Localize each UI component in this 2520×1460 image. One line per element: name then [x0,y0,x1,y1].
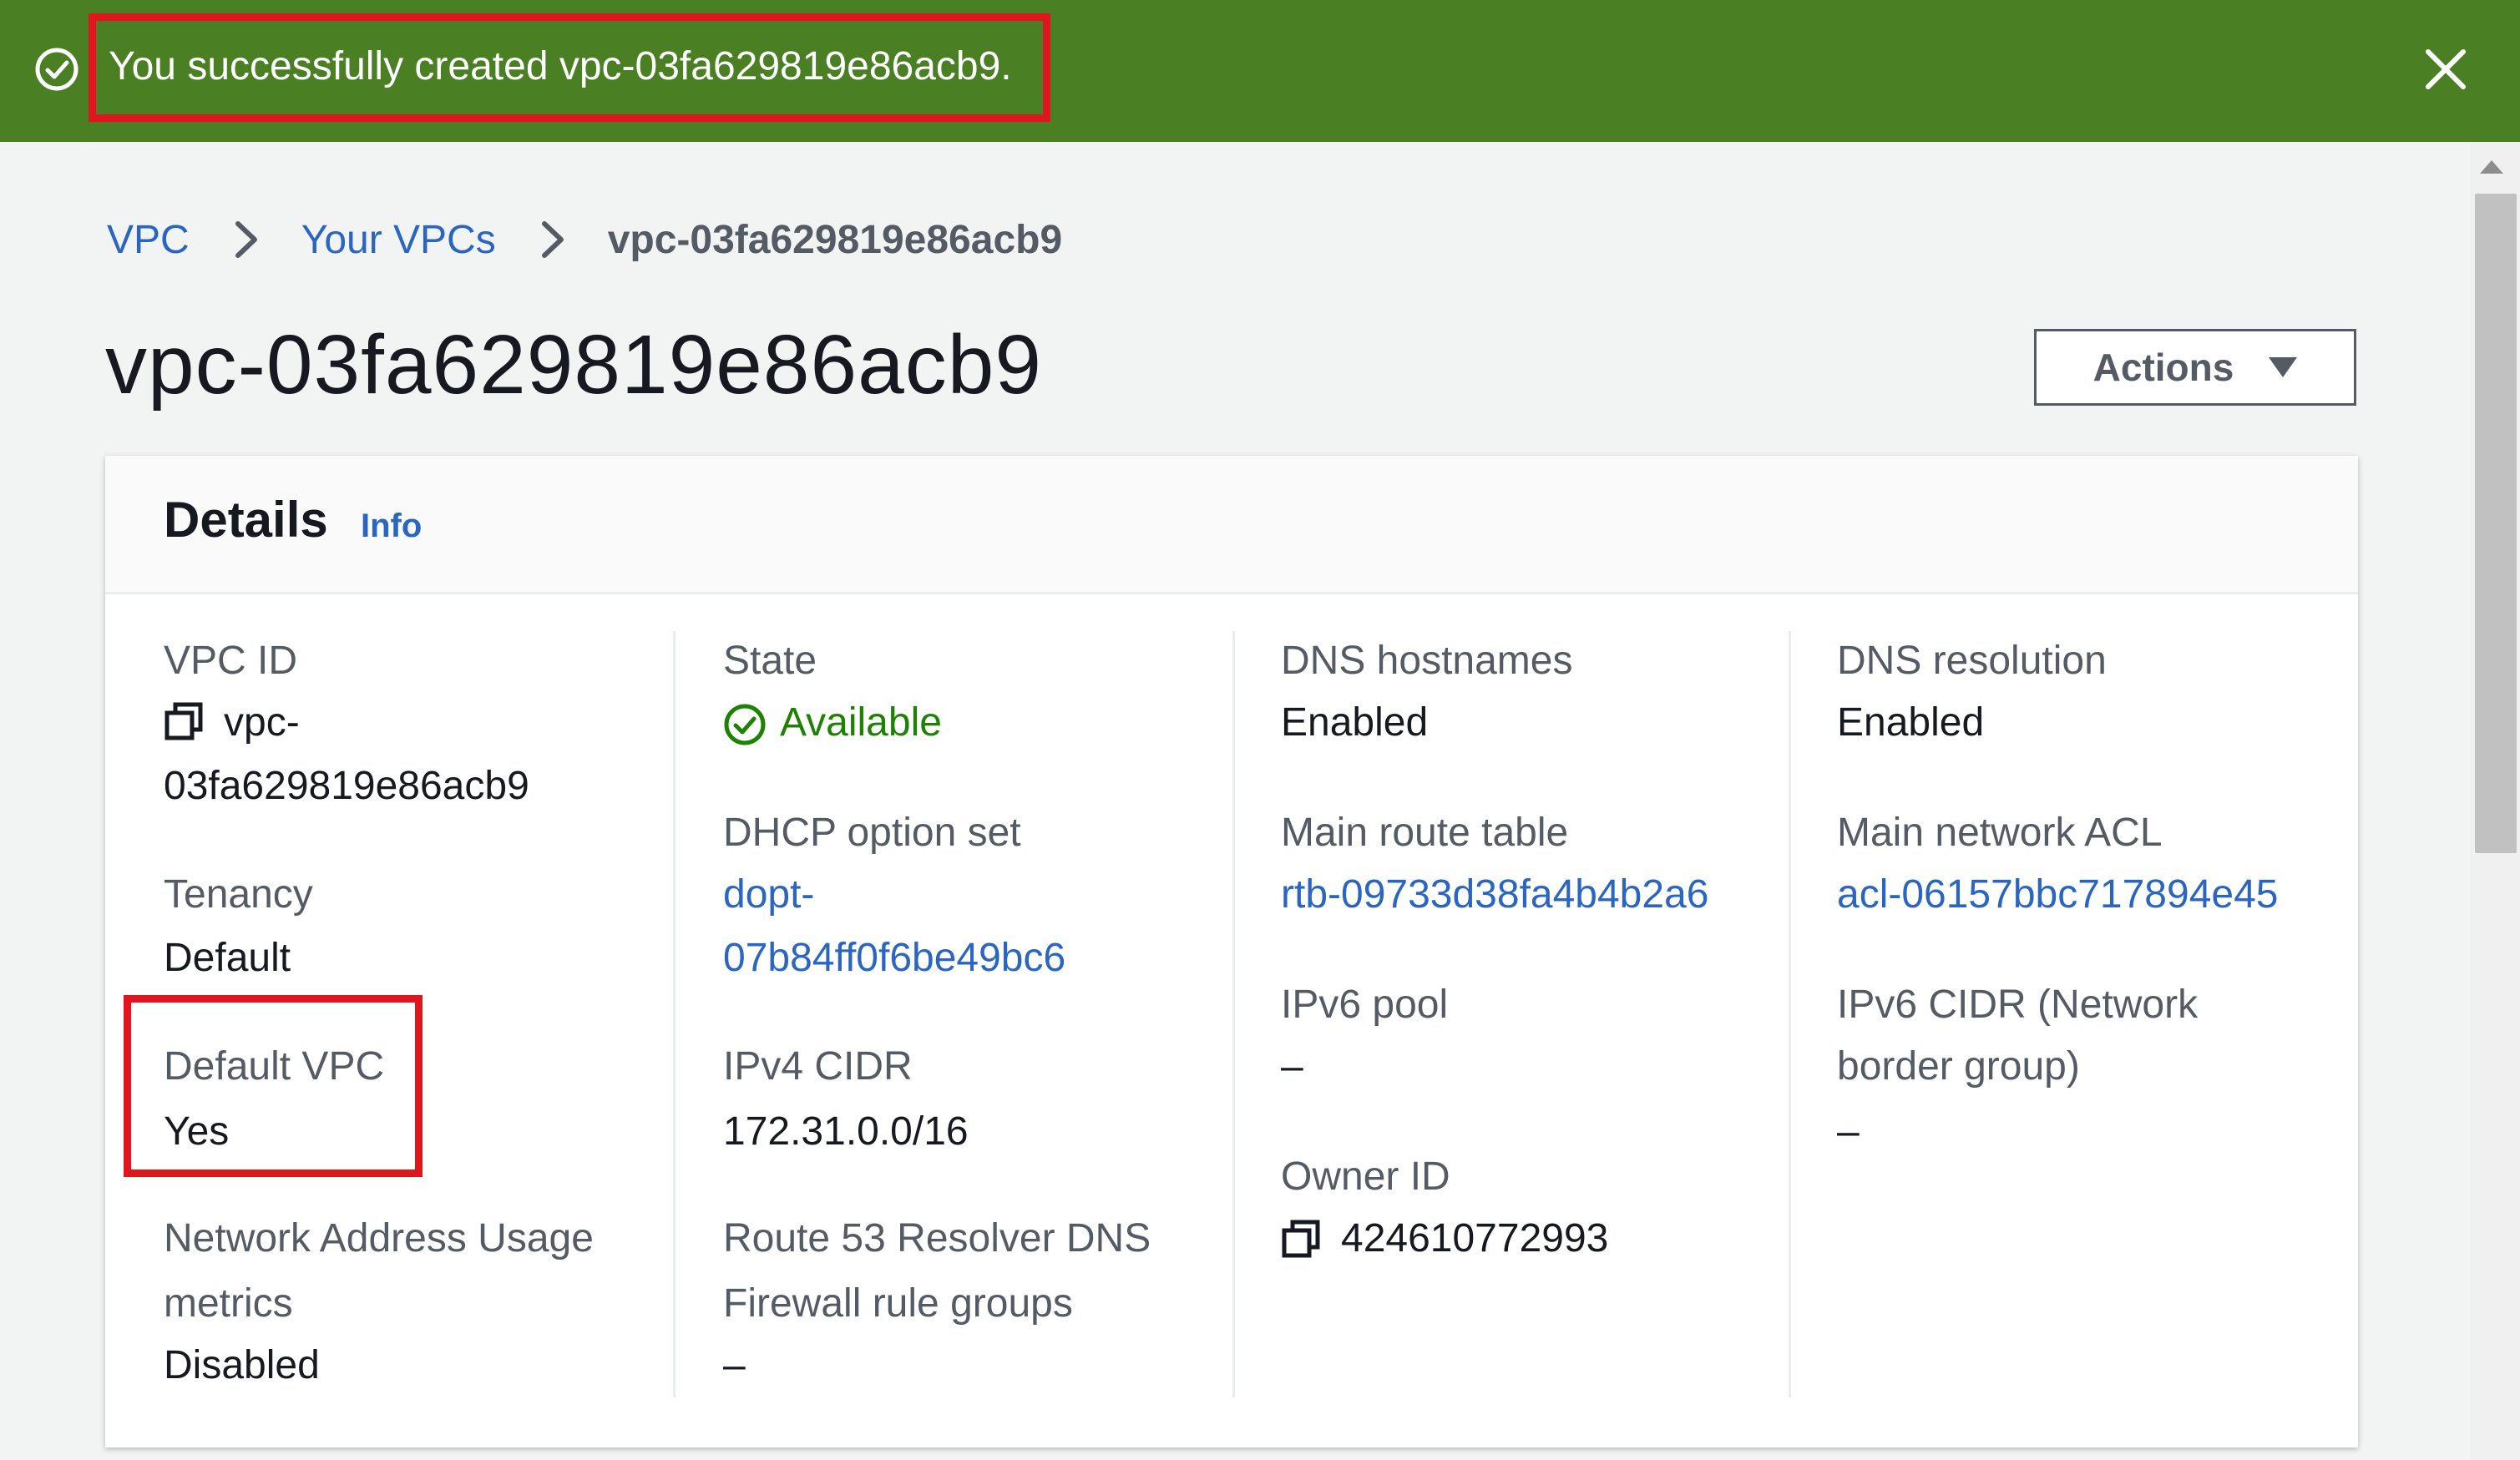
vpc-id-value-line1: vpc- [224,700,300,745]
dns-hostnames-value: Enabled [1281,700,1429,745]
status-check-icon [724,704,766,745]
success-check-icon [35,48,78,91]
actions-button-label: Actions [2092,346,2234,389]
column-divider [1232,631,1235,1397]
dns-resolution-label: DNS resolution [1837,639,2107,683]
main-route-table-label: Main route table [1281,811,1569,855]
actions-dropdown-button[interactable]: Actions [2034,329,2356,406]
state-label: State [723,639,817,683]
dhcp-option-set-link-line1[interactable]: dopt- [723,863,814,927]
details-panel-header: Details Info [105,456,2358,594]
route53-value: – [723,1343,746,1387]
dhcp-option-set-link-line2[interactable]: 07b84ff0f6be49bc6 [723,927,1065,990]
success-flash-bar: You successfully created vpc-03fa629819e… [0,0,2520,142]
dns-hostnames-label: DNS hostnames [1281,639,1573,683]
network-address-usage-label-line1: Network Address Usage [164,1216,594,1260]
column-divider [673,631,676,1397]
ipv6-cidr-label-line1: IPv6 CIDR (Network [1837,983,2199,1027]
main-route-table-link[interactable]: rtb-09733d38fa4b4b2a6 [1281,863,1708,927]
ipv6-pool-label: IPv6 pool [1281,983,1449,1027]
ipv4-cidr-value: 172.31.0.0/16 [723,1109,969,1154]
network-address-usage-label-line2: metrics [164,1281,293,1326]
scrollbar-thumb[interactable] [2475,194,2517,853]
scroll-up-arrow-icon[interactable] [2480,160,2503,174]
main-network-acl-link[interactable]: acl-06157bbc717894e45 [1837,863,2278,927]
route53-label-line1: Route 53 Resolver DNS [723,1216,1151,1260]
route53-label-line2: Firewall rule groups [723,1281,1073,1326]
ipv6-cidr-label-line2: border group) [1837,1044,2080,1089]
dns-resolution-value: Enabled [1837,700,1985,745]
caret-down-icon [2269,357,2298,377]
ipv4-cidr-label: IPv4 CIDR [723,1044,913,1089]
owner-id-value: 424610772993 [1341,1216,1609,1260]
default-vpc-highlight [124,995,423,1177]
tenancy-value: Default [164,936,291,980]
dhcp-option-set-label: DHCP option set [723,811,1021,855]
breadcrumb-your-vpcs-link[interactable]: Your VPCs [301,217,496,263]
state-value: Available [780,700,942,745]
breadcrumb-vpc-link[interactable]: VPC [107,217,190,263]
main-network-acl-label: Main network ACL [1837,811,2163,855]
flash-message: You successfully created vpc-03fa629819e… [109,44,1012,88]
vpc-id-value-line2: 03fa629819e86acb9 [164,764,529,808]
info-link[interactable]: Info [361,508,422,545]
breadcrumb-current: vpc-03fa629819e86acb9 [607,217,1063,262]
vpc-id-label: VPC ID [164,639,298,683]
owner-id-label: Owner ID [1281,1154,1450,1199]
tenancy-label: Tenancy [164,872,313,917]
details-panel: Details Info VPC ID vpc- 03fa629819e86ac… [105,456,2358,1447]
copy-icon[interactable] [1281,1219,1323,1260]
chevron-right-icon [235,221,257,258]
chevron-right-icon [541,221,564,258]
breadcrumb: VPC Your VPCs vpc-03fa629819e86acb9 [107,215,1062,264]
page-title: vpc-03fa629819e86acb9 [105,318,1042,412]
close-icon[interactable] [2420,43,2472,95]
column-divider [1789,631,1791,1397]
ipv6-cidr-value: – [1837,1109,1860,1154]
details-title: Details [164,492,328,548]
copy-icon[interactable] [164,701,205,743]
ipv6-pool-value: – [1281,1044,1303,1089]
network-address-usage-value: Disabled [164,1343,320,1387]
